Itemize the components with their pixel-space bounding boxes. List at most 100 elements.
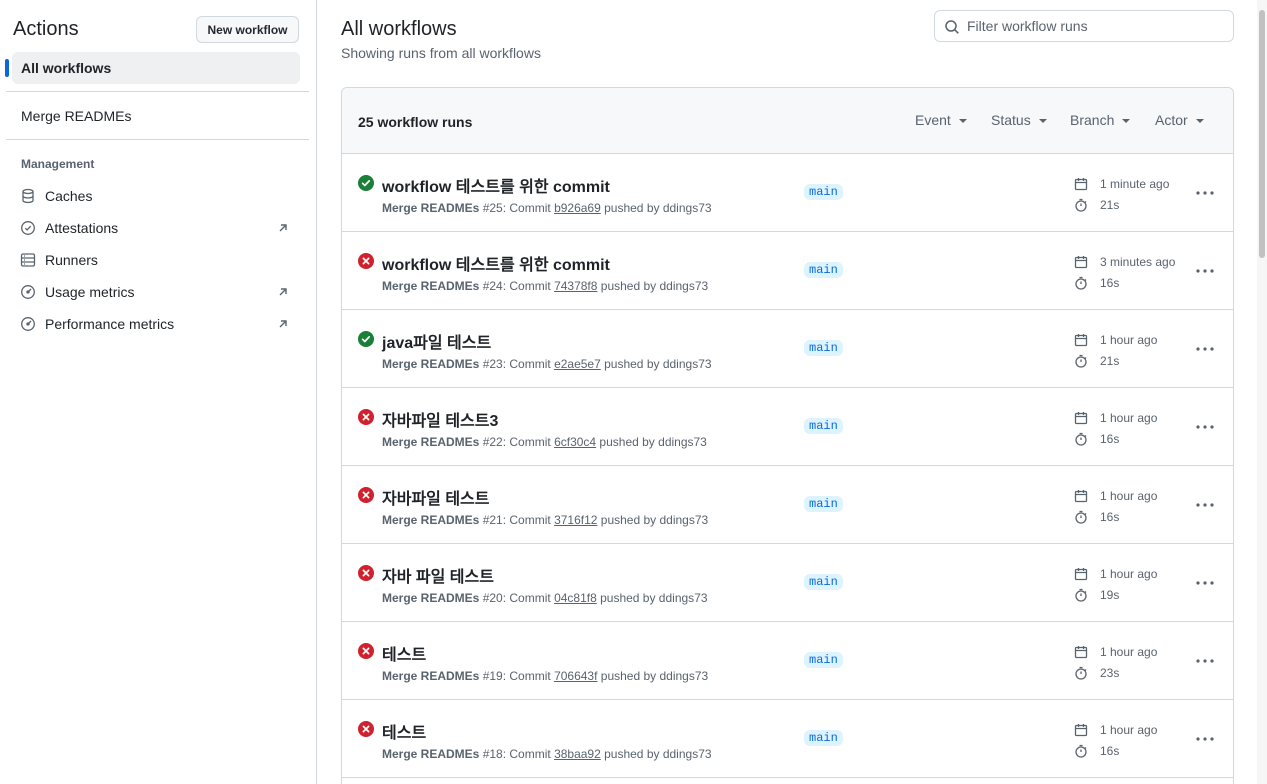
commit-sha-link[interactable]: b926a69 [554,201,601,215]
run-workflow-name: Merge READMEs [382,747,480,761]
run-duration: 16s [1074,276,1119,290]
actor-filter[interactable]: Actor [1155,112,1204,128]
commit-sha-link[interactable]: 3716f12 [554,513,597,527]
branch-label[interactable]: main [804,652,843,668]
cache-icon [20,188,36,204]
page-scrollbar[interactable] [1257,0,1267,784]
sidebar-divider [6,91,309,92]
table-row[interactable]: 자바파일 테스트3 Merge READMEs #22: Commit 6cf30… [342,388,1233,466]
branch-filter-label: Branch [1070,112,1115,128]
run-meta-number: #19: Commit [479,669,555,683]
scrollbar-thumb[interactable] [1259,10,1265,258]
kebab-menu-icon[interactable] [1194,572,1216,594]
run-workflow-name: Merge READMEs [382,513,480,527]
branch-label[interactable]: main [804,262,843,278]
run-meta-number: #25: Commit [479,201,555,215]
run-time-label: 3 minutes ago [1100,255,1176,269]
sidebar-item-all-workflows[interactable]: All workflows [5,52,300,84]
x-circle-icon [358,643,374,659]
run-time-label: 1 minute ago [1100,177,1170,191]
attestation-icon [20,220,36,236]
run-title-link[interactable]: 테스트 [382,641,426,665]
run-meta-pusher: pushed by ddings73 [596,591,708,605]
run-title-link[interactable]: 자바 파일 테스트 [382,563,494,587]
run-meta: Merge READMEs #24: Commit 74378f8 pushed… [382,279,708,293]
run-time-label: 1 hour ago [1100,645,1158,659]
commit-sha-link[interactable]: 38baa92 [554,747,601,761]
run-time: 1 hour ago [1074,645,1157,659]
run-title-link[interactable]: workflow 테스트를 위한 commit [382,251,610,275]
sidebar-item-usage-metrics[interactable]: Usage metrics [12,278,300,306]
kebab-menu-icon[interactable] [1194,494,1216,516]
run-meta-number: #20: Commit [479,591,555,605]
page-title: All workflows [341,18,457,40]
run-title-link[interactable]: java파일 테스트 [382,329,491,353]
run-title-link[interactable]: 자바파일 테스트3 [382,407,498,431]
branch-label[interactable]: main [804,730,843,746]
commit-sha-link[interactable]: 74378f8 [554,279,597,293]
run-title-link[interactable]: 테스트 [382,719,426,743]
sidebar-item-runners[interactable]: Runners [12,246,300,274]
commit-sha-link[interactable]: 6cf30c4 [554,435,596,449]
table-row[interactable]: workflow 테스트를 위한 commit Merge READMEs #24… [342,232,1233,310]
run-workflow-name: Merge READMEs [382,435,480,449]
table-row[interactable]: 테스트 Merge READMEs #18: Commit 38baa92 pus… [342,700,1233,778]
branch-label[interactable]: main [804,496,843,512]
kebab-menu-icon[interactable] [1194,728,1216,750]
run-time-label: 1 hour ago [1100,333,1158,347]
external-link-icon [276,317,290,331]
run-meta-number: #18: Commit [479,747,555,761]
calendar-icon [1074,723,1094,737]
run-meta: Merge READMEs #22: Commit 6cf30c4 pushed… [382,435,707,449]
check-circle-icon [358,175,374,191]
sidebar-item-caches[interactable]: Caches [12,182,300,210]
stopwatch-icon [1074,510,1094,524]
caret-down-icon [1195,119,1204,123]
kebab-menu-icon[interactable] [1194,182,1216,204]
new-workflow-button[interactable]: New workflow [196,16,299,43]
commit-sha-link[interactable]: 04c81f8 [554,591,597,605]
sidebar-item-attestations[interactable]: Attestations [12,214,300,242]
commit-sha-link[interactable]: e2ae5e7 [554,357,601,371]
stopwatch-icon [1074,354,1094,368]
kebab-menu-icon[interactable] [1194,338,1216,360]
kebab-menu-icon[interactable] [1194,260,1216,282]
table-row[interactable]: workflow 테스트를 위한 commit Merge READMEs #25… [342,154,1233,232]
run-title-link[interactable]: workflow 테스트를 위한 commit [382,173,610,197]
event-filter[interactable]: Event [915,112,967,128]
run-title-link[interactable]: 자바파일 테스트 [382,485,490,509]
commit-sha-link[interactable]: 706643f [554,669,597,683]
check-circle-icon [358,331,374,347]
run-duration-label: 16s [1100,744,1120,758]
caret-down-icon [1038,119,1047,123]
branch-filter[interactable]: Branch [1070,112,1131,128]
table-row[interactable]: 자바 파일 테스트 Merge READMEs #20: Commit 04c81… [342,544,1233,622]
kebab-menu-icon[interactable] [1194,650,1216,672]
sidebar-item-merge-readmes[interactable]: Merge READMEs [12,100,300,132]
x-circle-icon [358,565,374,581]
run-meta: Merge READMEs #18: Commit 38baa92 pushed… [382,747,712,761]
branch-label[interactable]: main [804,340,843,356]
run-meta-pusher: pushed by ddings73 [597,279,709,293]
table-row[interactable]: 자바파일 테스트 Merge READMEs #21: Commit 3716f1… [342,466,1233,544]
run-time-label: 1 hour ago [1100,489,1158,503]
status-filter[interactable]: Status [991,112,1047,128]
filter-runs-input[interactable] [967,18,1217,34]
run-time: 1 hour ago [1074,567,1157,581]
run-meta-pusher: pushed by ddings73 [600,201,712,215]
calendar-icon [1074,489,1094,503]
sidebar-item-performance-metrics[interactable]: Performance metrics [12,310,300,338]
run-duration: 23s [1074,666,1119,680]
branch-label[interactable]: main [804,418,843,434]
branch-label[interactable]: main [804,574,843,590]
kebab-menu-icon[interactable] [1194,416,1216,438]
event-filter-label: Event [915,112,951,128]
x-circle-icon [358,487,374,503]
branch-label[interactable]: main [804,184,843,200]
table-row[interactable]: java파일 테스트 Merge READMEs #23: Commit e2ae… [342,310,1233,388]
run-meta: Merge READMEs #20: Commit 04c81f8 pushed… [382,591,708,605]
page-subtitle: Showing runs from all workflows [341,45,541,61]
table-row[interactable]: 테스트 Merge READMEs #19: Commit 706643f pus… [342,622,1233,700]
sidebar-item-label: All workflows [21,60,112,76]
calendar-icon [1074,645,1094,659]
